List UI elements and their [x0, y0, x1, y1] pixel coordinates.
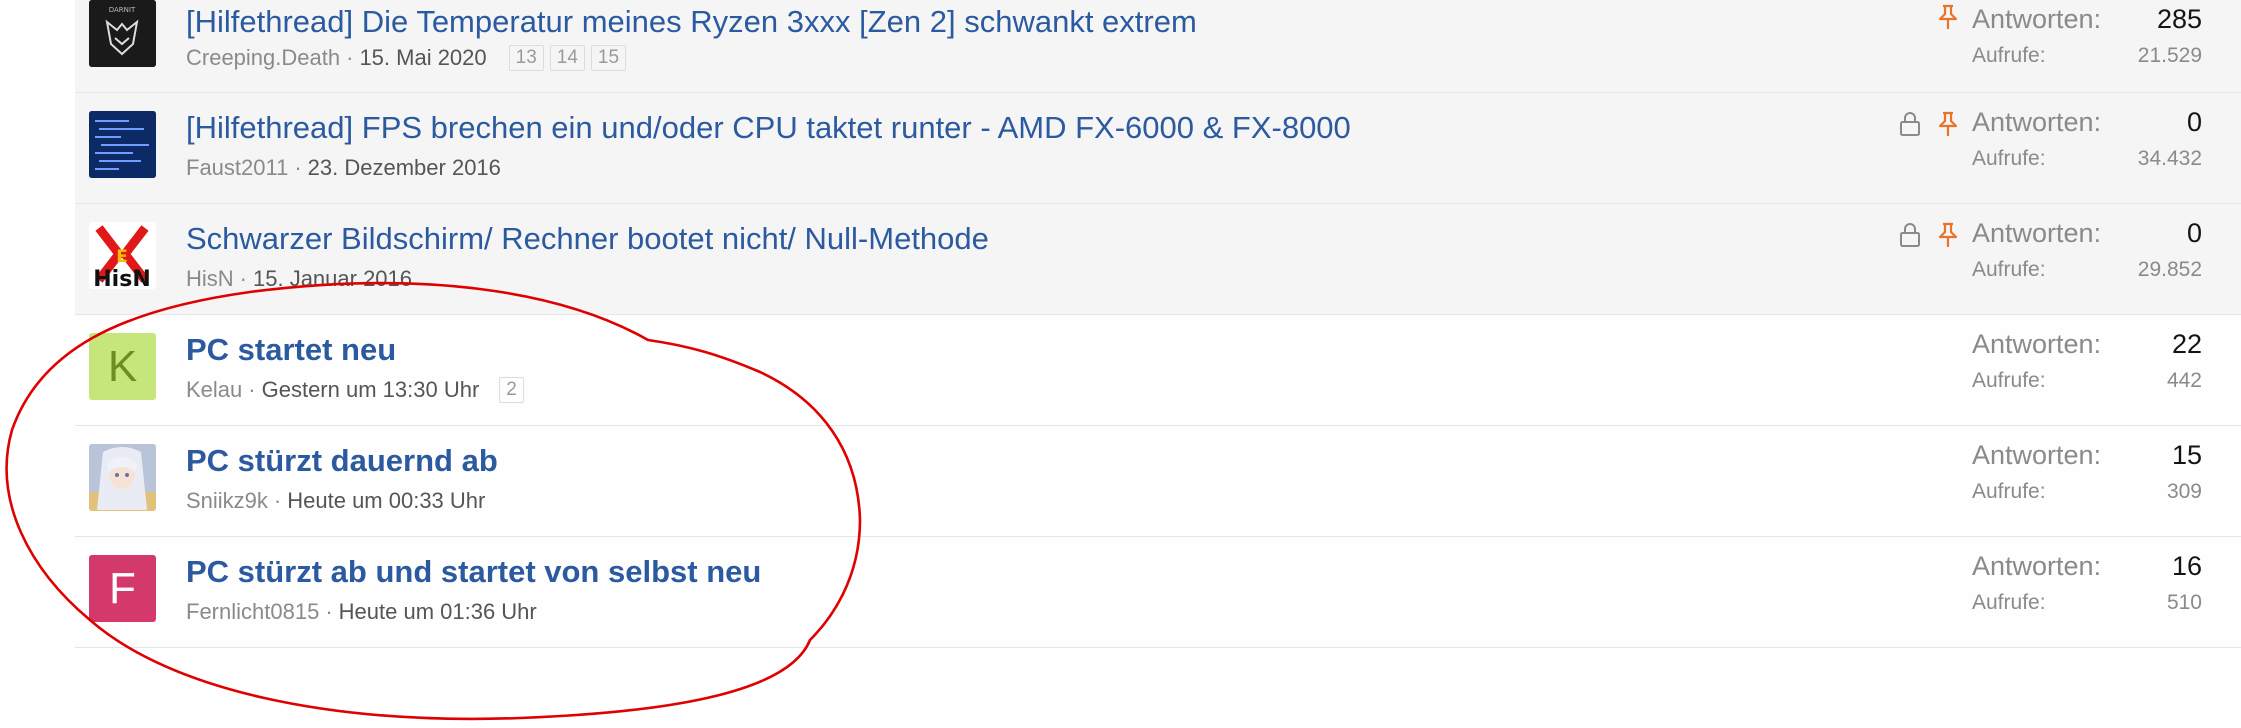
red-annotation-circle	[5, 281, 862, 721]
